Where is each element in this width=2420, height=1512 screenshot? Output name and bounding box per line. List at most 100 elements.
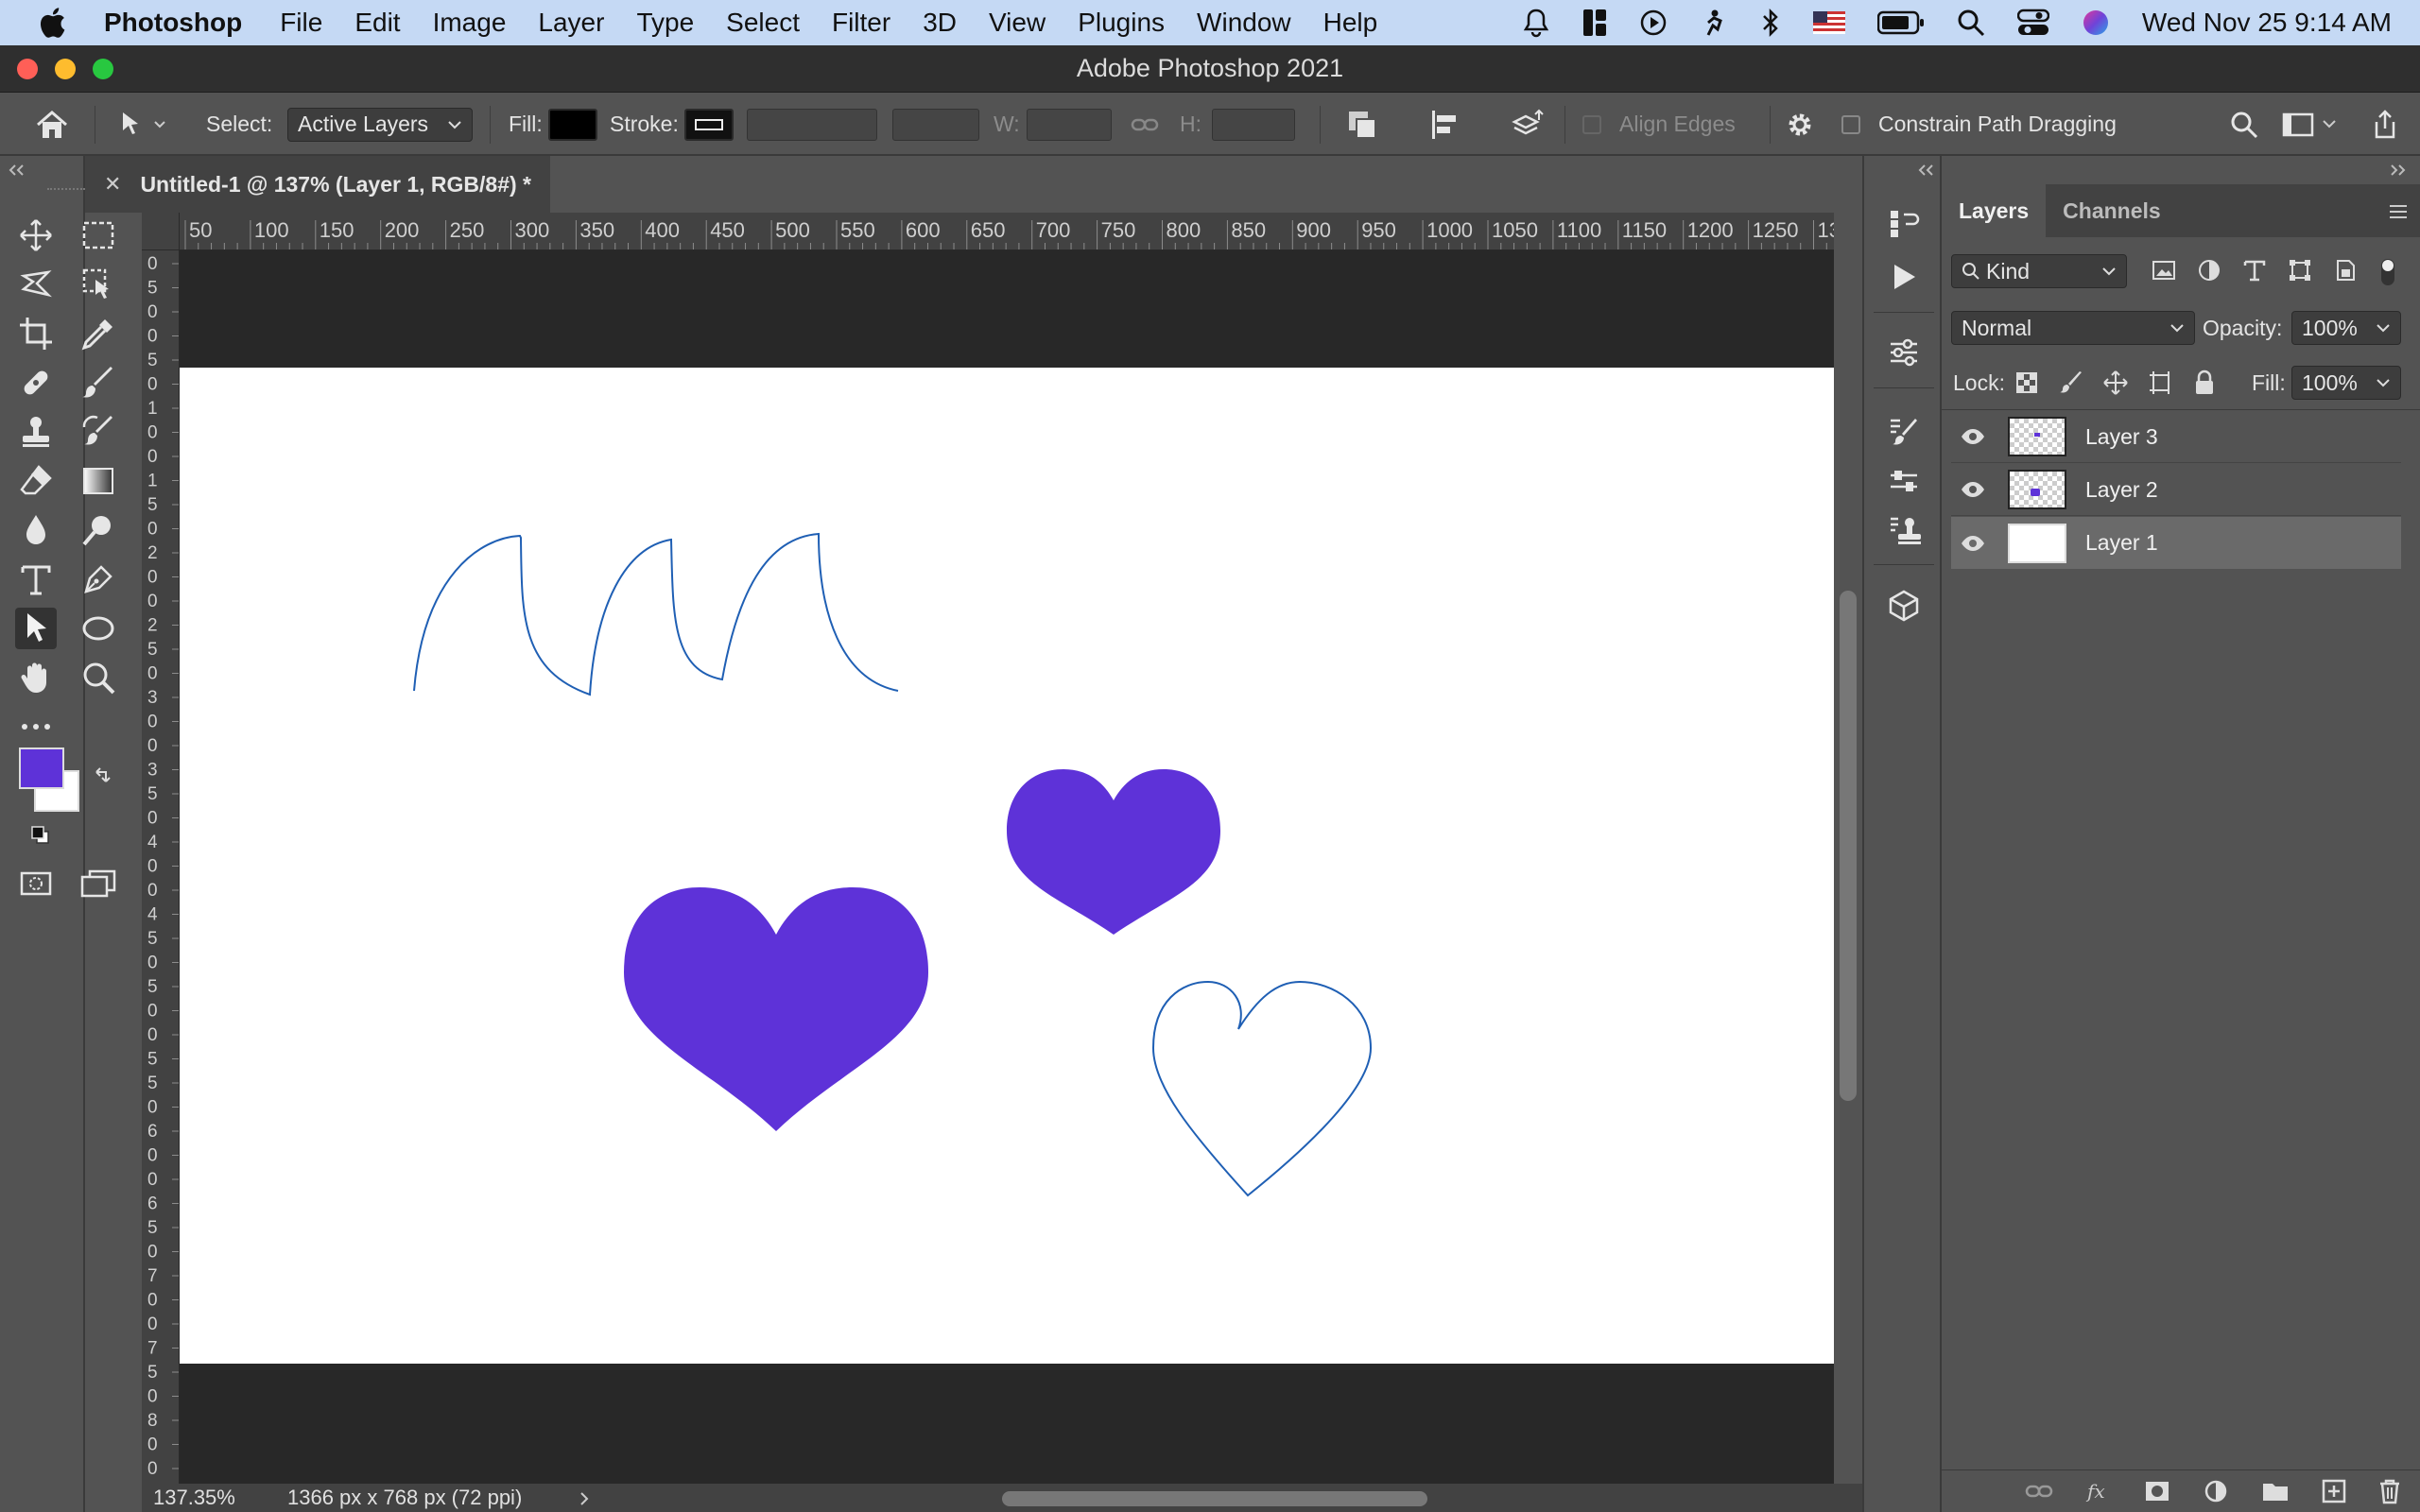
control-center-icon[interactable] (2016, 9, 2049, 37)
menu-edit[interactable]: Edit (354, 8, 400, 38)
tab-channels[interactable]: Channels (2046, 184, 2178, 237)
filter-pixel-icon[interactable] (2152, 259, 2176, 282)
history-panel-button[interactable] (1883, 203, 1925, 245)
menu-plugins[interactable]: Plugins (1078, 8, 1165, 38)
vertical-scroll-thumb[interactable] (1840, 591, 1857, 1101)
window-layout-icon[interactable] (1582, 9, 1607, 37)
constrain-path-checkbox[interactable] (1841, 114, 1860, 134)
path-selection-tool[interactable] (15, 608, 57, 649)
move-tool[interactable] (15, 215, 57, 256)
panel-menu-icon[interactable] (2388, 203, 2409, 220)
clone-stamp-tool[interactable] (15, 411, 57, 453)
delete-layer-icon[interactable] (2378, 1478, 2401, 1504)
stroke-type-dropdown[interactable] (892, 108, 979, 141)
swap-colors-icon[interactable] (93, 765, 115, 787)
pen-tool[interactable] (78, 558, 119, 600)
blend-mode-dropdown[interactable]: Normal (1951, 311, 2195, 345)
layer-row[interactable]: Layer 2 (1951, 464, 2401, 516)
outline-heart[interactable] (1151, 980, 1373, 1197)
filter-type-icon[interactable] (2242, 258, 2267, 283)
stroke-width-field[interactable] (747, 108, 877, 141)
lock-artboard-icon[interactable] (2148, 369, 2174, 396)
path-options-button[interactable] (1785, 93, 1815, 156)
layer-row[interactable]: Layer 3 (1951, 411, 2401, 463)
collapse-dock-icon[interactable] (1915, 163, 1938, 177)
layer-style-fx-icon[interactable]: fx (2085, 1479, 2112, 1503)
visibility-eye-icon[interactable] (1959, 428, 1987, 445)
filter-shape-icon[interactable] (2288, 258, 2312, 283)
screen-mode-button[interactable] (78, 863, 119, 904)
lock-transparent-icon[interactable] (2015, 371, 2038, 394)
vertical-ruler[interactable]: 0 5 0 0 5 0 1 0 0 1 5 0 2 0 0 2 5 0 3 0 0 3 5 0 4 0 0 4 5 0 5 0 0 5 5 0 6 0 0 6… (142, 250, 180, 1484)
path-alignment-button[interactable] (1429, 93, 1461, 156)
fill-swatch[interactable] (548, 108, 597, 141)
layer-name[interactable]: Layer 3 (2085, 424, 2158, 450)
apple-icon[interactable] (38, 7, 76, 39)
hand-tool[interactable] (15, 657, 57, 698)
height-field[interactable] (1212, 108, 1295, 141)
collapse-panel-icon[interactable] (6, 163, 28, 177)
menu-window[interactable]: Window (1197, 8, 1291, 38)
clone-source-button[interactable] (1883, 509, 1925, 551)
tool-preset-picker[interactable] (117, 93, 166, 156)
default-colors-icon[interactable] (30, 825, 51, 846)
document-tab[interactable]: ✕ Untitled-1 @ 137% (Layer 1, RGB/8#) * (85, 156, 550, 213)
collapse-panels-icon[interactable] (2386, 163, 2409, 177)
dodge-tool[interactable] (78, 509, 119, 551)
lasso-tool[interactable] (15, 264, 57, 305)
zoom-level[interactable]: 137.35% (153, 1486, 235, 1510)
brush-tool[interactable] (78, 362, 119, 404)
media-play-icon[interactable] (1639, 9, 1668, 37)
flag-input-icon[interactable] (1812, 11, 1845, 34)
close-tab-icon[interactable]: ✕ (104, 172, 121, 197)
minimize-window-button[interactable] (55, 59, 76, 79)
menu-type[interactable]: Type (636, 8, 694, 38)
brush-settings-button[interactable] (1883, 411, 1925, 453)
layer-name[interactable]: Layer 1 (2085, 530, 2158, 556)
home-button[interactable] (34, 93, 70, 156)
battery-icon[interactable] (1876, 10, 1925, 35)
menu-filter[interactable]: Filter (832, 8, 890, 38)
filled-heart-large[interactable] (624, 887, 928, 1131)
marquee-tool[interactable] (78, 215, 119, 256)
filter-smart-object-icon[interactable] (2333, 258, 2358, 283)
gradient-tool[interactable] (78, 460, 119, 502)
zoom-window-button[interactable] (93, 59, 113, 79)
eyedropper-tool[interactable] (78, 313, 119, 354)
filter-kind-dropdown[interactable]: Kind (1951, 254, 2127, 288)
3d-panel-button[interactable] (1883, 585, 1925, 627)
new-layer-icon[interactable] (2322, 1479, 2346, 1503)
blur-tool[interactable] (15, 509, 57, 551)
search-button[interactable] (2229, 93, 2259, 156)
actions-panel-button[interactable] (1883, 256, 1925, 298)
filled-heart-small[interactable] (1007, 769, 1220, 935)
layer-row-selected[interactable]: Layer 1 (1951, 517, 2401, 569)
document-size-info[interactable]: 1366 px x 768 px (72 ppi) (287, 1486, 522, 1510)
filter-adjustment-icon[interactable] (2197, 258, 2221, 283)
adjustments-panel-button[interactable] (1883, 332, 1925, 373)
visibility-eye-icon[interactable] (1959, 481, 1987, 498)
document-canvas[interactable] (180, 368, 1834, 1364)
adjustment-layer-icon[interactable] (2203, 1478, 2229, 1504)
fill-field[interactable]: 100% (2291, 366, 2401, 400)
menu-file[interactable]: File (280, 8, 322, 38)
edit-toolbar-button[interactable] (15, 706, 57, 747)
workspace-switcher[interactable] (2282, 93, 2339, 156)
search-icon[interactable] (1957, 9, 1985, 37)
object-selection-tool[interactable] (78, 264, 119, 305)
align-edges-checkbox[interactable] (1582, 114, 1601, 134)
link-layers-icon[interactable] (2025, 1482, 2053, 1501)
opacity-field[interactable]: 100% (2291, 311, 2401, 345)
lock-all-icon[interactable] (2193, 369, 2216, 396)
ellipse-tool[interactable] (78, 608, 119, 649)
type-tool[interactable] (15, 558, 57, 600)
layer-name[interactable]: Layer 2 (2085, 477, 2158, 503)
select-dropdown[interactable]: Active Layers (287, 107, 473, 142)
new-group-folder-icon[interactable] (2261, 1480, 2290, 1503)
tab-layers[interactable]: Layers (1942, 184, 2047, 237)
foreground-color-swatch[interactable] (19, 747, 64, 789)
wave-path[interactable] (413, 532, 899, 696)
pasteboard[interactable] (180, 250, 1834, 1484)
menu-select[interactable]: Select (726, 8, 800, 38)
bluetooth-icon[interactable] (1760, 8, 1781, 38)
